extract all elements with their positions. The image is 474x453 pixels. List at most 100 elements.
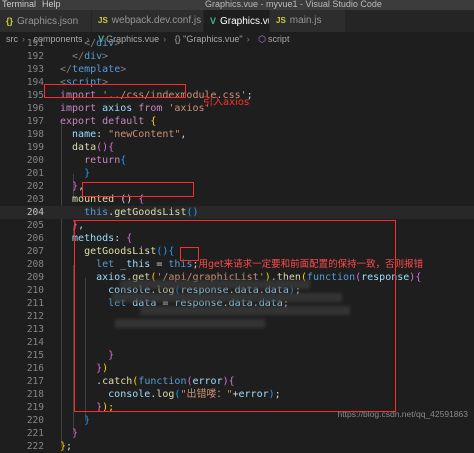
get-method-highlight-box xyxy=(180,247,199,261)
code-token: template xyxy=(72,64,121,75)
code-token: name xyxy=(60,129,97,140)
code-token: ; xyxy=(66,441,73,452)
line-number: 197 xyxy=(26,116,44,127)
line-number: 203 xyxy=(26,194,44,205)
code-token: "newContent" xyxy=(108,129,181,140)
line-code: </template> xyxy=(60,63,126,76)
line-number: 195 xyxy=(26,90,44,101)
line-number: 199 xyxy=(26,142,44,153)
line-number: 208 xyxy=(26,259,44,270)
window-title: Graphics.vue - myvue1 - Visual Studio Co… xyxy=(205,0,382,9)
line-number: 192 xyxy=(26,51,44,62)
code-token: </ xyxy=(60,64,73,75)
code-line[interactable]: 191 </div> xyxy=(0,37,474,50)
code-token: export xyxy=(60,116,97,127)
mounted-call-highlight-box xyxy=(82,182,194,197)
code-line[interactable]: 197 export default { xyxy=(0,115,474,128)
tab-graphics-json[interactable]: {} Graphics.json xyxy=(0,10,92,32)
code-token: import xyxy=(60,103,97,114)
code-line[interactable]: 202 }, xyxy=(0,180,474,193)
import-highlight-box xyxy=(44,84,186,98)
line-code: } xyxy=(60,427,78,440)
line-number: 210 xyxy=(26,285,44,296)
line-number: 193 xyxy=(26,64,44,75)
line-code: }; xyxy=(60,440,72,453)
line-code: return{ xyxy=(60,154,126,167)
line-number: 220 xyxy=(26,415,44,426)
line-number: 194 xyxy=(26,77,44,88)
line-code: } xyxy=(60,414,90,427)
code-line[interactable]: 203 mounted () { xyxy=(0,193,474,206)
vue-file-icon: V xyxy=(210,16,217,26)
line-code: </div> xyxy=(60,50,108,63)
line-number: 221 xyxy=(26,428,44,439)
code-line[interactable]: 201 } xyxy=(0,167,474,180)
line-number: 209 xyxy=(26,272,44,283)
watermark: https://blog.csdn.net/qq_42591863 xyxy=(337,409,468,419)
tab-label: main.js xyxy=(289,15,322,26)
code-line[interactable]: 193 </template> xyxy=(0,63,474,76)
code-line[interactable]: 204 this.getGoodsList() xyxy=(0,206,474,219)
line-code: }, xyxy=(60,180,84,193)
line-code: this.getGoodsList() xyxy=(60,206,199,219)
code-line[interactable]: 192 </div> xyxy=(0,50,474,63)
code-token: { xyxy=(120,155,127,166)
code-token: } xyxy=(72,428,79,439)
code-token: from xyxy=(138,103,163,114)
line-number: 222 xyxy=(26,441,44,452)
tab-label: Graphics.vue xyxy=(220,16,269,27)
menu-help[interactable]: Help xyxy=(42,0,61,9)
code-token: , xyxy=(180,129,187,140)
tab-graphics-vue[interactable]: VGraphics.vue xyxy=(204,10,270,32)
tab-label: Graphics.json xyxy=(17,16,79,27)
tab-webpack-dev-conf[interactable]: JS webpack.dev.conf.js xyxy=(92,10,204,32)
code-token: > xyxy=(114,38,121,49)
line-number: 212 xyxy=(26,311,44,322)
import-callout: 引入axios xyxy=(203,97,250,108)
code-token: { xyxy=(415,272,422,283)
json-file-icon: {} xyxy=(6,16,14,26)
line-number: 211 xyxy=(26,298,44,309)
code-line[interactable]: 222}; xyxy=(0,440,474,453)
methods-highlight-box xyxy=(74,220,396,412)
line-number: 201 xyxy=(26,168,44,179)
code-token: > xyxy=(102,51,109,62)
line-number: 213 xyxy=(26,324,44,335)
line-number: 200 xyxy=(26,155,44,166)
line-code: } xyxy=(60,167,90,180)
menu-terminal[interactable]: Terminal xyxy=(2,0,36,9)
tab-main-js[interactable]: JS main.js xyxy=(270,10,346,32)
code-token: return xyxy=(84,155,121,166)
code-line[interactable]: 200 return{ xyxy=(0,154,474,167)
code-line[interactable]: 199 data(){ xyxy=(0,141,474,154)
code-token: (){ xyxy=(96,142,115,153)
tab-label: webpack.dev.conf.js xyxy=(111,15,202,26)
code-token: getGoodsList xyxy=(114,207,187,218)
editor-tab-bar: {} Graphics.json JS webpack.dev.conf.js VG… xyxy=(0,10,474,32)
code-token: () xyxy=(186,207,199,218)
line-number: 204 xyxy=(26,207,44,218)
line-number: 207 xyxy=(26,246,44,257)
code-token: } xyxy=(84,415,91,426)
code-editor[interactable]: 191 </div> 192 </div> 193 </template> 194 <sc… xyxy=(0,37,474,452)
code-token: </ xyxy=(84,38,97,49)
code-token: div xyxy=(84,51,103,62)
line-number: 191 xyxy=(26,38,44,49)
code-line[interactable]: 198 name: "newContent", xyxy=(0,128,474,141)
line-number: 214 xyxy=(26,337,44,348)
code-token: : xyxy=(96,129,109,140)
line-code: import axios from 'axios' xyxy=(60,102,211,115)
line-number: 196 xyxy=(26,103,44,114)
code-line[interactable]: 221 } xyxy=(0,427,474,440)
code-token: data xyxy=(60,142,97,153)
line-number: 205 xyxy=(26,220,44,231)
menu-bar: Terminal Help Graphics.vue - myvue1 - Vi… xyxy=(0,0,474,10)
line-code: name: "newContent", xyxy=(60,128,186,141)
js-file-icon: JS xyxy=(276,16,286,25)
